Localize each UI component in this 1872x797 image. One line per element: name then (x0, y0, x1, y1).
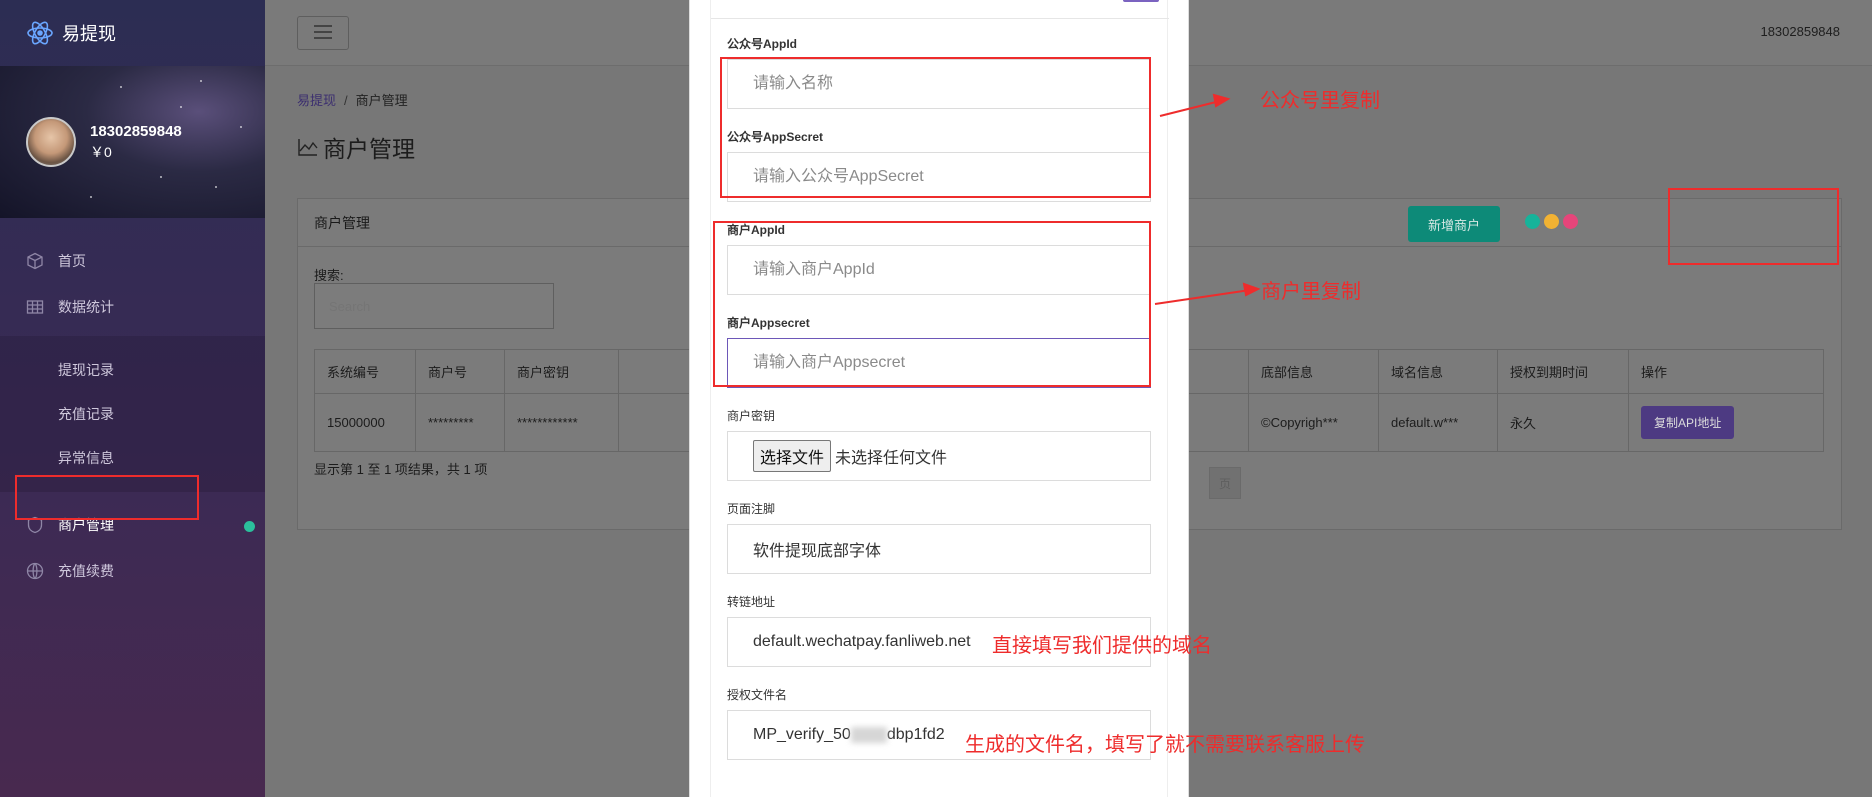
field-label: 页面注脚 (727, 502, 776, 516)
field-label: 商户密钥 (727, 409, 776, 423)
sidebar-item-label: 首页 (58, 253, 86, 269)
annotation-note: 公众号里复制 (1260, 88, 1380, 112)
sidebar-sub-exceptions[interactable]: 异常信息 (0, 436, 265, 480)
cell-action: 复制API地址 (1628, 393, 1824, 452)
copy-api-button[interactable]: 复制API地址 (1641, 406, 1735, 439)
shield-icon (26, 516, 44, 534)
sidebar-item-home[interactable]: 首页 (0, 238, 265, 284)
merchant-appid-input[interactable] (727, 245, 1151, 295)
globe-icon (26, 562, 44, 580)
teal-dot-button[interactable] (1525, 214, 1540, 229)
col-header[interactable]: 商户密钥 (504, 349, 619, 394)
mp-appid-input[interactable] (727, 59, 1151, 109)
col-header[interactable]: 授权到期时间 (1497, 349, 1629, 394)
field-mp-appsecret: 公众号AppSecret (727, 128, 1151, 202)
annotation-note: 商户里复制 (1261, 279, 1361, 303)
pagination-button[interactable]: 页 (1209, 467, 1241, 499)
brand[interactable]: 易提现 (0, 0, 265, 66)
sidebar-item-label: 数据统计 (58, 299, 114, 315)
atom-logo-icon (26, 19, 54, 47)
auth-filename-prefix: MP_verify_50 (753, 726, 851, 743)
sidebar-item-label: 充值续费 (58, 563, 114, 579)
profile-panel: 18302859848 ￥0 (0, 66, 265, 218)
file-input: 选择文件 未选择任何文件 (727, 431, 1151, 481)
cell-footer: ©Copyrigh*** (1248, 393, 1379, 452)
field-merchant-appsecret: 商户Appsecret (727, 314, 1151, 388)
cell-merchant-key: ************ (504, 393, 619, 452)
app-root: 易提现 18302859848 ￥0 首页 数据统计 提现记录 充值记录 异常信… (0, 0, 1872, 797)
col-header[interactable]: 底部信息 (1248, 349, 1379, 394)
search-input[interactable] (314, 283, 554, 329)
field-merchant-key-file: 商户密钥 选择文件 未选择任何文件 (727, 407, 1151, 481)
pink-dot-button[interactable] (1563, 214, 1578, 229)
search-label: 搜索: (314, 268, 344, 283)
field-mp-appid: 公众号AppId (727, 35, 1151, 109)
area-chart-icon (297, 136, 319, 158)
field-merchant-appid: 商户AppId (727, 221, 1151, 295)
field-label: 公众号AppSecret (727, 130, 824, 144)
modal-body: 公众号AppId 公众号AppSecret 商户AppId 商户Appsecre… (710, 0, 1169, 797)
sidebar-nav: 首页 数据统计 提现记录 充值记录 异常信息 商户管理 充值续费 (0, 238, 265, 594)
breadcrumb-current: 商户管理 (355, 93, 408, 108)
cell-merchant-no: ********* (415, 393, 505, 452)
field-page-footer: 页面注脚 (727, 500, 1151, 574)
card-tools (1525, 214, 1578, 229)
page-footer-input[interactable] (727, 524, 1151, 574)
sidebar-subgroup: 提现记录 充值记录 异常信息 (0, 336, 265, 492)
mp-appsecret-input[interactable] (727, 152, 1151, 202)
user-account[interactable]: 18302859848 (1760, 24, 1840, 39)
modal-header (711, 0, 1169, 19)
yellow-dot-button[interactable] (1544, 214, 1559, 229)
field-label: 商户AppId (727, 223, 785, 237)
field-label: 授权文件名 (727, 688, 788, 702)
sidebar-item-renew[interactable]: 充值续费 (0, 548, 265, 594)
page-title: 商户管理 (297, 130, 415, 164)
sidebar-sub-recharge-records[interactable]: 充值记录 (0, 392, 265, 436)
modal-header-button[interactable] (1123, 0, 1159, 2)
brand-name: 易提现 (62, 24, 116, 44)
profile-balance: ￥0 (90, 143, 112, 160)
cell-domain: default.w*** (1378, 393, 1498, 452)
sidebar-item-label: 商户管理 (58, 517, 114, 533)
field-label: 公众号AppId (727, 37, 797, 51)
choose-file-button[interactable]: 选择文件 (753, 440, 832, 472)
sidebar-sub-withdraw-records[interactable]: 提现记录 (0, 348, 265, 392)
sidebar: 易提现 18302859848 ￥0 首页 数据统计 提现记录 充值记录 异常信… (0, 0, 265, 797)
menu-toggle-button[interactable] (297, 16, 349, 50)
field-label: 转链地址 (727, 595, 776, 609)
col-header[interactable]: 操作 (1628, 349, 1824, 394)
col-header[interactable]: 系统编号 (314, 349, 416, 394)
file-status: 未选择任何文件 (835, 450, 948, 467)
annotation-note: 直接填写我们提供的域名 (992, 633, 1212, 657)
merchant-appsecret-input[interactable] (727, 338, 1151, 388)
auth-filename-suffix: dbp1fd2 (886, 726, 945, 743)
sidebar-item-merchants[interactable]: 商户管理 (0, 502, 265, 548)
table-icon (26, 298, 44, 316)
annotation-note: 生成的文件名，填写了就不需要联系客服上传 (965, 732, 1365, 756)
cube-icon (26, 252, 44, 270)
col-header[interactable]: 商户号 (415, 349, 505, 394)
pagination-info: 显示第 1 至 1 项结果，共 1 项 (314, 462, 488, 477)
cell-id: 15000000 (314, 393, 416, 452)
page-title-text: 商户管理 (323, 136, 415, 162)
hamburger-icon (313, 24, 333, 42)
breadcrumb: 易提现 / 商户管理 (297, 90, 408, 109)
blurred-text (850, 727, 887, 743)
merchant-modal: 公众号AppId 公众号AppSecret 商户AppId 商户Appsecre… (690, 0, 1188, 797)
profile-info: 18302859848 ￥0 (90, 123, 182, 162)
breadcrumb-home-link[interactable]: 易提现 (297, 93, 336, 108)
add-merchant-button[interactable]: 新增商户 (1408, 206, 1500, 242)
cell-expire: 永久 (1497, 393, 1629, 452)
profile-name: 18302859848 (90, 122, 182, 140)
sidebar-item-stats[interactable]: 数据统计 (0, 284, 265, 330)
breadcrumb-separator: / (344, 93, 348, 108)
active-indicator (244, 521, 255, 532)
field-label: 商户Appsecret (727, 316, 810, 330)
col-header[interactable]: 域名信息 (1378, 349, 1498, 394)
avatar[interactable] (26, 117, 76, 167)
